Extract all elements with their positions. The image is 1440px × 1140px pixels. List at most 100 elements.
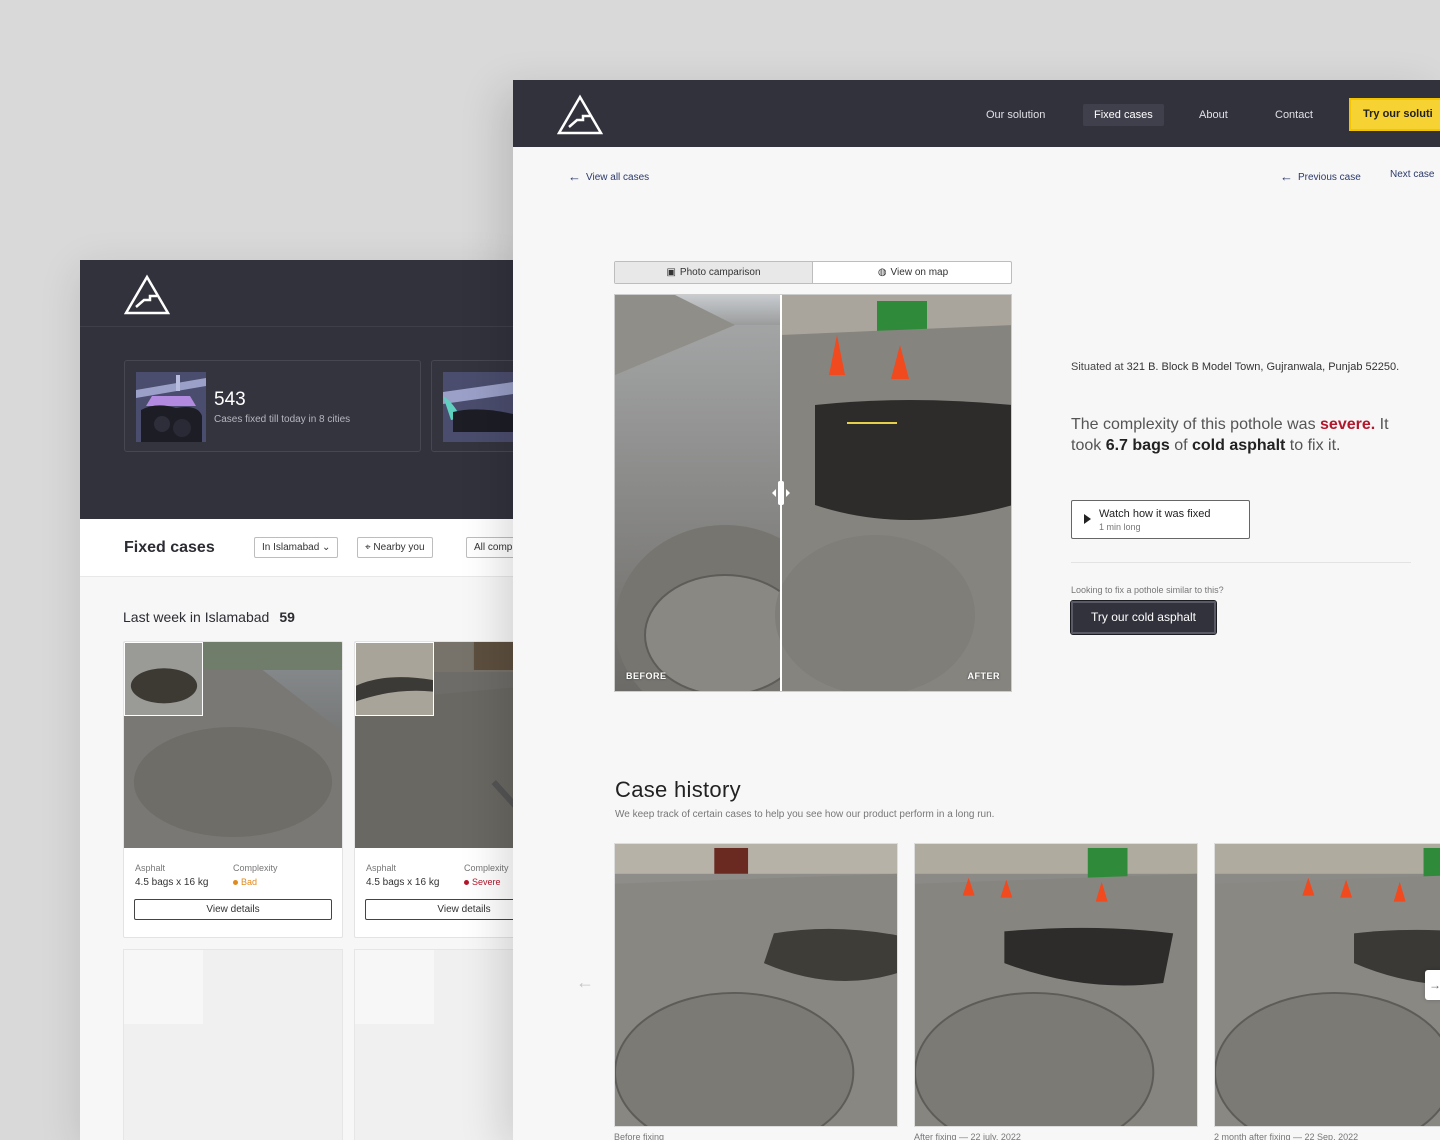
view-all-cases-link[interactable]: ← View all cases: [568, 169, 649, 184]
complexity-text-1: The complexity of this pothole was: [1071, 416, 1316, 433]
play-icon: [1084, 514, 1091, 524]
week-heading: Last week in Islamabad 59: [123, 609, 295, 625]
stat-illustration: [136, 372, 206, 442]
case-history-subtitle: We keep track of certain cases to help y…: [615, 809, 995, 820]
crosshair-icon: ⌖: [365, 542, 371, 553]
material-value: cold asphalt: [1191, 437, 1286, 454]
logo-icon[interactable]: [124, 274, 170, 316]
top-nav: Our solution Fixed cases About Contact T…: [513, 80, 1440, 147]
case-detail-window: Our solution Fixed cases About Contact T…: [513, 80, 1440, 1140]
address-prefix: Situated at: [1071, 361, 1124, 373]
address-value: 321 B. Block B Model Town, Gujranwala, P…: [1126, 361, 1400, 373]
looking-prompt: Looking to fix a pothole similar to this…: [1071, 585, 1224, 595]
tab-map-label: View on map: [890, 267, 949, 278]
image-icon: ▣: [666, 267, 676, 278]
arrow-left-icon[interactable]: ←: [576, 972, 594, 993]
tab-view-on-map[interactable]: ◍ View on map: [814, 262, 1012, 283]
complexity-label: Complexity: [233, 863, 278, 873]
thumbnail-placeholder: [355, 950, 434, 1024]
nearby-filter-label: Nearby you: [373, 542, 425, 553]
complexity-dot: [233, 880, 238, 886]
view-tabs: ▣ Photo camparison ◍ View on map: [614, 261, 1012, 284]
case-card-placeholder: [123, 949, 343, 1140]
stat-number: 543: [214, 389, 246, 410]
before-after-slider[interactable]: BEFORE AFTER: [614, 294, 1012, 692]
logo-icon[interactable]: [557, 94, 603, 136]
complexity-label: Complexity: [464, 863, 509, 873]
tab-photo-comparison[interactable]: ▣ Photo camparison: [615, 262, 813, 283]
drag-handle-icon[interactable]: [771, 480, 791, 506]
next-case-link[interactable]: Next case: [1390, 169, 1434, 180]
chevron-down-icon: ⌄: [322, 542, 331, 553]
complexity-filter-label: All comp: [474, 542, 513, 553]
material-label: Asphalt: [135, 863, 166, 873]
nav-contact[interactable]: Contact: [1264, 104, 1324, 126]
address: Situated at 321 B. Block B Model Town, G…: [1071, 359, 1401, 376]
nav-fixed-cases[interactable]: Fixed cases: [1083, 104, 1164, 126]
case-history-title: Case history: [615, 777, 741, 802]
stat-card-cases: 543 Cases fixed till today in 8 cities: [124, 360, 421, 452]
complexity-text: Severe: [472, 877, 501, 887]
bags-value: 6.7 bags: [1105, 437, 1170, 454]
section-title: Fixed cases: [124, 539, 215, 556]
complexity-value: Bad: [233, 877, 257, 887]
nav-our-solution[interactable]: Our solution: [975, 104, 1056, 126]
nearby-filter[interactable]: ⌖ Nearby you: [357, 537, 433, 558]
complexity-summary: The complexity of this pothole was sever…: [1071, 414, 1411, 456]
case-card[interactable]: Asphalt 4.5 bags x 16 kg Complexity Seve…: [354, 641, 520, 938]
tab-photo-label: Photo camparison: [679, 267, 761, 278]
stat-caption: Cases fixed till today in 8 cities: [214, 414, 351, 425]
after-label: AFTER: [967, 671, 1000, 681]
week-title: Last week in Islamabad: [123, 609, 270, 625]
nav-about[interactable]: About: [1188, 104, 1239, 126]
case-card[interactable]: Asphalt 4.5 bags x 16 kg Complexity Bad …: [123, 641, 343, 938]
view-all-cases-label: View all cases: [586, 172, 650, 183]
arrow-left-icon: ←: [568, 169, 581, 184]
city-filter[interactable]: In Islamabad ⌄: [254, 537, 339, 558]
history-photo-later[interactable]: [1214, 843, 1440, 1127]
complexity-text-3: of: [1174, 437, 1188, 454]
next-case-label: Next case: [1390, 169, 1435, 180]
complexity-text: Bad: [241, 877, 258, 887]
fixed-cases-window: 543 Cases fixed till today in 8 cities F…: [80, 260, 520, 1140]
history-caption: 2 month after fixing — 22 Sep, 2022: [1214, 1132, 1359, 1140]
view-details-button[interactable]: View details: [365, 899, 520, 920]
material-value: 4.5 bags x 16 kg: [135, 877, 209, 888]
arrow-left-icon: ←: [1280, 169, 1293, 184]
complexity-value: Severe: [464, 877, 501, 887]
try-solution-button[interactable]: Try our soluti: [1349, 98, 1440, 131]
severity-value: severe.: [1320, 416, 1376, 433]
header-divider: [80, 326, 520, 327]
watch-length: 1 min long: [1099, 522, 1141, 532]
complexity-dot: [464, 880, 469, 886]
before-label: BEFORE: [626, 671, 667, 681]
hero-header: 543 Cases fixed till today in 8 cities: [80, 260, 520, 519]
before-thumbnail: [124, 642, 203, 716]
history-photo-after[interactable]: [914, 843, 1198, 1127]
city-filter-label: In Islamabad: [262, 542, 320, 553]
history-caption: Before fixing: [614, 1132, 665, 1140]
history-caption: After fixing — 22 july, 2022: [914, 1132, 1021, 1140]
case-card-placeholder: [354, 949, 520, 1140]
comparison-photo: [615, 295, 1011, 691]
previous-case-link[interactable]: ← Previous case: [1280, 169, 1361, 184]
thumbnail-placeholder: [124, 950, 203, 1024]
before-thumbnail: [355, 642, 434, 716]
watch-title: Watch how it was fixed: [1099, 508, 1211, 520]
globe-icon: ◍: [877, 267, 887, 278]
material-label: Asphalt: [366, 863, 397, 873]
material-value: 4.5 bags x 16 kg: [366, 877, 440, 888]
filter-bar: Fixed cases In Islamabad ⌄ ⌖ Nearby you …: [80, 519, 520, 577]
section-divider: [1071, 562, 1411, 563]
stat-illustration: [443, 372, 513, 442]
complexity-text-4: to fix it.: [1289, 437, 1341, 454]
previous-case-label: Previous case: [1298, 172, 1361, 183]
complexity-filter[interactable]: All comp: [466, 537, 520, 558]
week-count: 59: [279, 609, 295, 625]
history-photo-before[interactable]: [614, 843, 898, 1127]
try-cold-asphalt-button[interactable]: Try our cold asphalt: [1070, 600, 1217, 635]
arrow-right-icon[interactable]: →: [1425, 970, 1440, 1000]
watch-video-button[interactable]: Watch how it was fixed 1 min long: [1071, 500, 1250, 539]
view-details-button[interactable]: View details: [134, 899, 332, 920]
stat-card-partial: [431, 360, 520, 452]
